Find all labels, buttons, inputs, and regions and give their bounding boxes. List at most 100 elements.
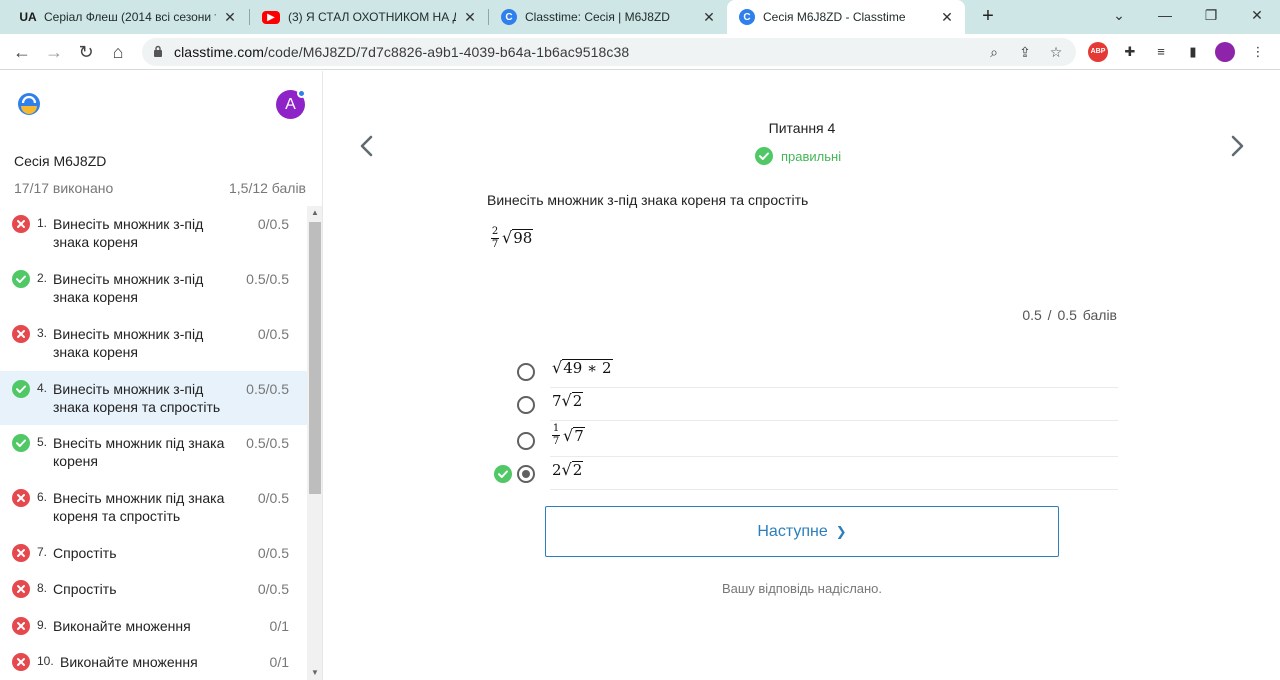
question-index: 3.	[37, 326, 48, 340]
minimize-icon[interactable]: —	[1142, 0, 1188, 34]
radio-button[interactable]	[517, 363, 535, 381]
sidebar-question-item[interactable]: 2. Винесіть множник з-під знака кореня 0.5…	[0, 261, 307, 316]
question-index: 5.	[37, 435, 48, 449]
question-points: 0.5/0.5	[246, 271, 289, 287]
question-number: Питання 4	[768, 120, 836, 136]
sidebar-question-item[interactable]: 1. Винесіть множник з-під знака кореня 0/0…	[0, 206, 307, 261]
sidebar-question-item[interactable]: 3. Винесіть множник з-під знака кореня 0/0…	[0, 316, 307, 371]
session-progress: 17/17 виконано	[14, 180, 114, 196]
bookmark-star-icon[interactable]: ☆	[1046, 42, 1066, 62]
session-score: 1,5/12 балів	[228, 180, 306, 196]
menu-dots-icon[interactable]: ⋮	[1248, 42, 1268, 62]
media-queue-icon[interactable]: ≡	[1151, 42, 1171, 62]
question-title: Внесіть множник під знака кореня та спро…	[53, 490, 225, 524]
tab-label: (3) Я СТАЛ ОХОТНИКОМ НА ДЕ	[288, 10, 456, 24]
answer-option[interactable]: 17 √ 7	[488, 421, 1118, 457]
sidebar-question-item[interactable]: 9. Виконайте множення 0/1	[0, 608, 307, 644]
answer-option-selected[interactable]: 2 √ 2	[488, 457, 1118, 490]
close-icon[interactable]: ✕	[939, 9, 955, 25]
next-question-chevron-icon[interactable]	[1226, 133, 1248, 159]
scroll-down-arrow-icon[interactable]: ▼	[307, 666, 322, 680]
cross-circle-icon	[12, 325, 30, 343]
notification-dot	[297, 89, 306, 98]
zoom-icon[interactable]: ⌕	[984, 42, 1004, 62]
browser-tab-youtube[interactable]: ▶ (3) Я СТАЛ ОХОТНИКОМ НА ДЕ ✕	[250, 0, 488, 34]
question-index: 10.	[37, 654, 54, 668]
question-title: Виконайте множення	[53, 618, 191, 634]
extensions-puzzle-icon[interactable]: ✚	[1120, 42, 1140, 62]
radio-button[interactable]	[517, 432, 535, 450]
cross-circle-icon	[12, 653, 30, 671]
submission-notice: Вашу відповідь надіслано.	[721, 581, 883, 596]
sidebar-question-item[interactable]: 4. Винесіть множник з-під знака кореня та…	[0, 371, 307, 425]
square-root: √ 2	[561, 460, 584, 479]
question-title: Винесіть множник з-під знака кореня	[53, 326, 204, 360]
sidebar-question-item[interactable]: 6. Внесіть множник під знака кореня та сп…	[0, 480, 307, 535]
ua-site-icon: UA	[19, 10, 37, 24]
question-index: 4.	[37, 381, 48, 395]
question-title: Спростіть	[53, 581, 117, 597]
question-points: 0/0.5	[257, 545, 289, 561]
new-tab-plus-icon[interactable]: +	[976, 4, 1000, 28]
address-bar[interactable]: classtime.com/code/M6J8ZD/7d7c8826-a9b1-…	[142, 38, 1076, 66]
profile-avatar-icon[interactable]	[1215, 42, 1235, 62]
close-icon[interactable]: ✕	[222, 9, 238, 25]
square-root: √ 98	[502, 228, 534, 247]
browser-tab-strip: UA Серіал Флеш (2014 всі сезони та ✕ ▶ (…	[0, 0, 1280, 34]
fraction: 27	[491, 225, 499, 250]
cross-circle-icon	[12, 580, 30, 598]
question-points: 0/0.5	[257, 326, 289, 342]
square-root: √ 7	[563, 425, 585, 445]
sidebar-question-item[interactable]: 7. Спростіть 0/0.5	[0, 535, 307, 571]
question-score: 0.5 / 0.5 балів	[1022, 307, 1117, 323]
forward-arrow-icon[interactable]: →	[40, 38, 68, 66]
sidebar-question-item[interactable]: 10. Виконайте множення 0/1	[0, 644, 307, 680]
browser-tab-flash[interactable]: UA Серіал Флеш (2014 всі сезони та ✕	[8, 0, 248, 34]
chevron-right-icon: ❯	[835, 523, 847, 539]
question-index: 2.	[37, 271, 48, 285]
question-title: Винесіть множник з-під знака кореня	[53, 216, 204, 250]
classtime-logo-icon[interactable]	[17, 92, 41, 116]
sidebar-question-item[interactable]: 8. Спростіть 0/0.5	[0, 571, 307, 608]
scroll-up-arrow-icon[interactable]: ▲	[307, 206, 322, 220]
back-arrow-icon[interactable]: ←	[8, 38, 36, 66]
question-title: Винесіть множник з-під знака кореня та с…	[53, 381, 221, 415]
close-icon[interactable]: ✕	[462, 9, 478, 25]
reload-icon[interactable]: ↻	[72, 38, 100, 66]
lock-icon	[154, 45, 162, 57]
session-sidebar: A Сесія M6J8ZD 17/17 виконано 1,5/12 бал…	[0, 71, 323, 680]
next-button[interactable]: Наступне ❯	[545, 506, 1059, 557]
scrollbar-thumb[interactable]	[309, 222, 321, 494]
square-root: √ 2	[561, 391, 584, 410]
url-text: classtime.com/code/M6J8ZD/7d7c8826-a9b1-…	[174, 44, 630, 60]
check-circle-icon	[494, 465, 512, 483]
next-button-label: Наступне	[757, 522, 828, 540]
previous-question-chevron-icon[interactable]	[356, 133, 378, 159]
question-index: 6.	[37, 490, 48, 504]
home-icon[interactable]: ⌂	[104, 38, 132, 66]
user-avatar[interactable]: A	[276, 89, 306, 119]
question-points: 0.5/0.5	[246, 435, 289, 451]
tab-search-chevron-icon[interactable]: ⌄	[1096, 0, 1142, 34]
share-icon[interactable]: ⇪	[1015, 42, 1035, 62]
radio-button[interactable]	[517, 396, 535, 414]
answer-option[interactable]: 7 √ 2	[488, 388, 1118, 421]
browser-toolbar: ← → ↻ ⌂ classtime.com/code/M6J8ZD/7d7c88…	[0, 34, 1280, 70]
classtime-icon: C	[739, 9, 755, 25]
browser-tab-active[interactable]: C Сесія M6J8ZD - Classtime ✕	[727, 0, 965, 34]
answer-option[interactable]: √ 49 ∗ 2	[488, 355, 1118, 388]
question-points: 0/0.5	[257, 490, 289, 506]
side-panel-icon[interactable]: ▮	[1183, 42, 1203, 62]
window-close-icon[interactable]: ✕	[1234, 0, 1280, 34]
cross-circle-icon	[12, 544, 30, 562]
cross-circle-icon	[12, 215, 30, 233]
radio-button-checked[interactable]	[517, 465, 535, 483]
session-title: Сесія M6J8ZD	[14, 153, 107, 169]
browser-tab-classtime-session[interactable]: C Classtime: Сесія | M6J8ZD ✕	[489, 0, 727, 34]
sidebar-question-item[interactable]: 5. Внесіть множник під знака кореня 0.5/0.…	[0, 425, 307, 480]
restore-icon[interactable]: ❐	[1188, 0, 1234, 34]
adblock-icon[interactable]: ABP	[1088, 42, 1108, 62]
check-circle-icon	[12, 270, 30, 288]
question-index: 9.	[37, 618, 48, 632]
close-icon[interactable]: ✕	[701, 9, 717, 25]
